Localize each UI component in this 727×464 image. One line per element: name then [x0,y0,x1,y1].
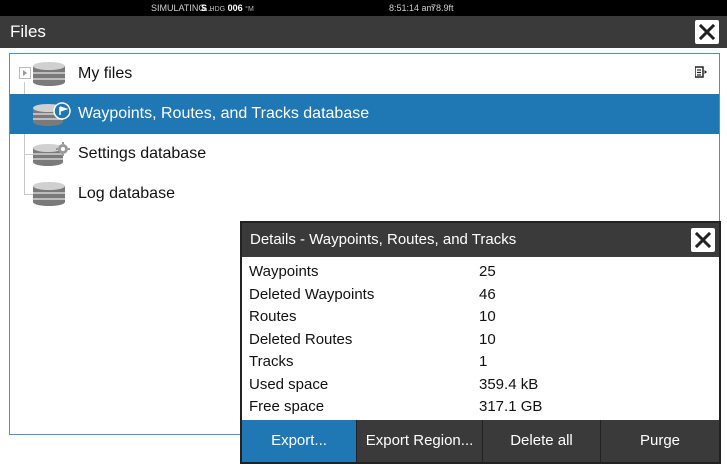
details-list: Waypoints 25 Deleted Waypoints 46 Routes… [249,261,709,419]
depth-readout: 78.9ft [431,3,454,13]
database-waypoint-icon [33,102,71,126]
detail-key: Used space [249,375,329,393]
dialog-title-bar: Details - Waypoints, Routes, and Tracks [242,223,719,257]
detail-value: 10 [479,330,496,348]
detail-row-waypoints: Waypoints 25 [249,261,709,284]
detail-key: Waypoints [249,263,319,280]
detail-key: Deleted Waypoints [249,285,375,303]
detail-value: 317.1 GB [479,398,543,415]
heading-prefix: S [201,3,208,13]
detail-value: 1 [479,353,488,370]
heading-unit: °M [245,6,254,13]
detail-key: Routes [249,308,297,325]
close-icon [695,232,711,248]
detail-key: Tracks [249,353,294,370]
export-button[interactable]: Export... [242,420,356,462]
detail-value: 25 [479,263,496,280]
expand-toggle[interactable] [19,67,31,79]
detail-value: 10 [479,308,496,325]
dialog-button-bar: Export... Export Region... Delete all Pu… [242,420,719,462]
detail-row-used-space: Used space 359.4 kB [249,374,709,397]
detail-row-deleted-waypoints: Deleted Waypoints 46 [249,284,709,307]
file-item-label: Waypoints, Routes, and Tracks database [78,105,370,122]
status-bar: SIMULATING... S HDG 006 °M 8:51:14 am 78… [0,0,727,16]
file-item-label: Settings database [78,145,207,162]
database-settings-icon [33,142,70,166]
file-item-label: Log database [78,185,175,202]
file-item-my-files[interactable]: My files [10,54,719,94]
detail-key: Free space [249,398,325,415]
delete-all-button[interactable]: Delete all [482,420,600,462]
detail-value: 46 [479,285,496,303]
detail-row-tracks: Tracks 1 [249,351,709,374]
window-title: Files [10,22,46,41]
close-button[interactable] [695,20,719,44]
export-region-button[interactable]: Export Region... [356,420,482,462]
close-icon [699,24,715,40]
heading-label: HDG [209,6,226,13]
clock-time: 8:51:14 am [389,3,435,13]
file-item-log-database[interactable]: Log database [10,174,719,214]
detail-key: Deleted Routes [249,330,353,348]
database-icon [33,62,65,86]
details-dialog: Details - Waypoints, Routes, and Tracks … [240,221,721,464]
database-icon [33,182,65,206]
context-menu-icon[interactable] [695,66,707,78]
file-item-waypoints-database[interactable]: Waypoints, Routes, and Tracks database [10,94,719,134]
window-title-bar: Files [0,16,727,48]
heading-value: 006 [227,3,243,13]
detail-row-deleted-routes: Deleted Routes 10 [249,329,709,352]
detail-row-free-space: Free space 317.1 GB [249,396,709,419]
file-item-settings-database[interactable]: Settings database [10,134,719,174]
dialog-title: Details - Waypoints, Routes, and Tracks [250,231,517,248]
detail-value: 359.4 kB [479,375,539,393]
purge-button[interactable]: Purge [600,420,719,462]
detail-row-routes: Routes 10 [249,306,709,329]
file-item-label: My files [78,65,133,82]
dialog-close-button[interactable] [691,228,715,252]
expand-arrow-icon [23,70,27,76]
